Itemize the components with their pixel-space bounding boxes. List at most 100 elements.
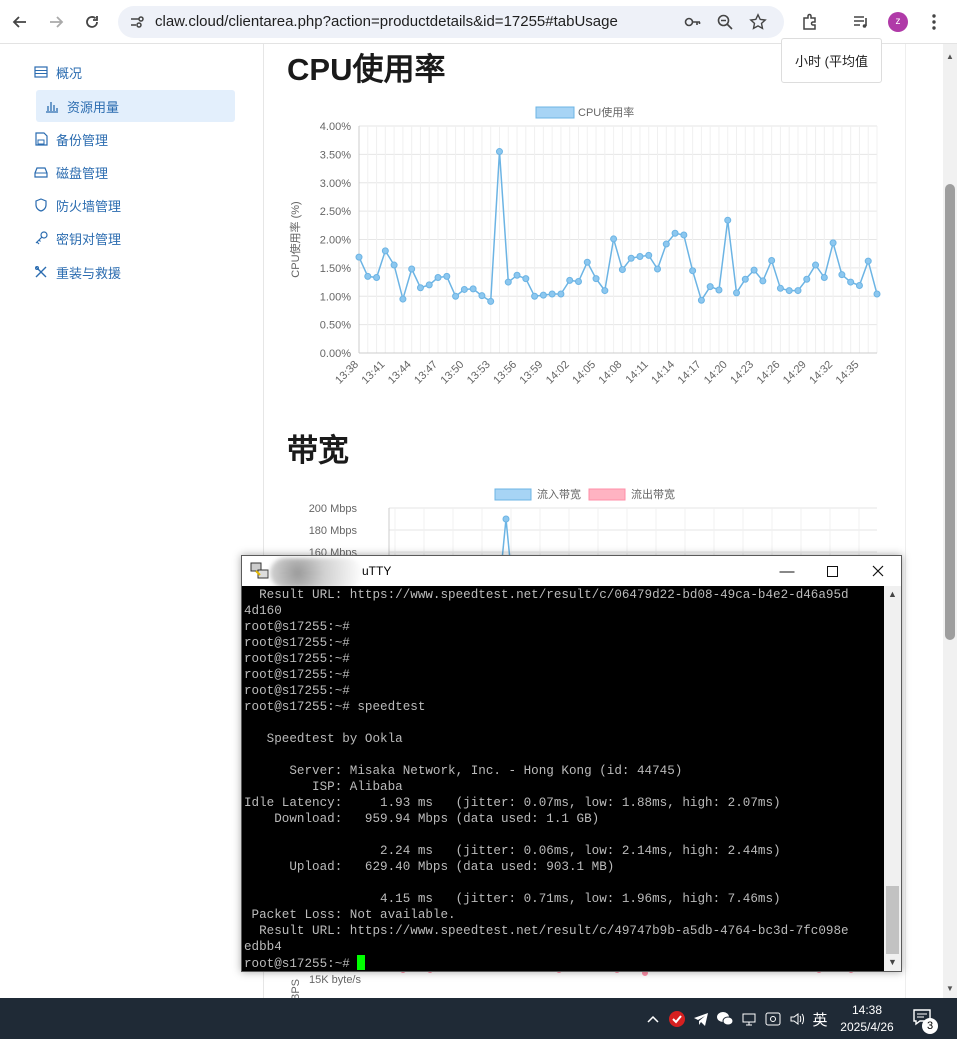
terminal-scrollbar-thumb[interactable] (886, 886, 899, 954)
cpu-data-point (548, 290, 556, 298)
putty-title: uTTY (362, 564, 392, 578)
page-scrollbar[interactable]: ▲ ▼ (943, 44, 957, 998)
sidebar-item-disk[interactable]: 磁盘管理 (34, 159, 108, 185)
playlist-icon (854, 16, 867, 28)
x-tick-label: 14:26 (755, 359, 783, 387)
back-button[interactable] (6, 8, 34, 36)
zoom-icon[interactable] (715, 12, 735, 32)
profile-avatar[interactable]: z (888, 12, 908, 32)
terminal-line: 4.15 ms (jitter: 0.71ms, low: 1.96ms, hi… (244, 892, 781, 906)
inflow-series-line (501, 518, 511, 561)
show-hidden-icons-chevron-icon[interactable] (644, 1010, 662, 1028)
putty-logo-icon (250, 562, 269, 579)
terminal-scroll-up-icon[interactable]: ▲ (888, 589, 897, 599)
cpu-data-point (838, 271, 846, 279)
extensions-button[interactable] (796, 8, 824, 36)
wechat-tray-icon[interactable] (716, 1010, 734, 1028)
cpu-data-point (399, 295, 407, 303)
x-tick-label: 13:53 (465, 359, 493, 387)
maximize-button[interactable] (809, 556, 855, 586)
sidebar-item-reinstall[interactable]: 重装与救援 (34, 259, 121, 285)
x-tick-label: 13:38 (333, 359, 361, 387)
cpu-data-point (364, 272, 372, 280)
cpu-data-point (557, 290, 565, 298)
scroll-down-arrow-icon[interactable]: ▼ (946, 984, 954, 993)
cpu-data-point (381, 247, 389, 255)
forward-button[interactable] (42, 8, 70, 36)
bookmark-star-icon[interactable] (748, 12, 768, 32)
puzzle-icon (803, 13, 816, 30)
ime-indicator[interactable]: 英 (810, 1010, 830, 1029)
sidebar-item-backup[interactable]: 备份管理 (34, 126, 108, 152)
page-right-gutter (905, 44, 943, 998)
sidebar-item-usage[interactable]: 资源用量 (36, 90, 235, 122)
y-tick-label: 0.00% (320, 348, 351, 360)
terminal-line: Server: Misaka Network, Inc. - Hong Kong… (244, 764, 683, 778)
reload-button[interactable] (78, 8, 106, 36)
y-tick-label: 3.00% (320, 178, 351, 190)
y-tick-label-bps: 15K byte/s (309, 974, 361, 986)
cpu-data-point (724, 216, 732, 224)
list-icon (34, 65, 48, 79)
antivirus-tray-icon[interactable] (668, 1010, 686, 1028)
terminal-line: Idle Latency: 1.93 ms (jitter: 0.07ms, l… (244, 796, 781, 810)
scroll-up-arrow-icon[interactable]: ▲ (946, 52, 954, 61)
period-select-button[interactable]: 小时 (平均值 (781, 38, 882, 83)
media-control-button[interactable] (847, 8, 875, 36)
legend-swatch-1 (588, 488, 626, 501)
close-icon (872, 565, 884, 577)
cpu-data-point (452, 292, 460, 300)
telegram-tray-icon[interactable] (692, 1010, 710, 1028)
windows-taskbar: 英 14:38 2025/4/26 (0, 998, 957, 1039)
cpu-data-point (416, 284, 424, 292)
x-tick-label: 13:59 (518, 359, 546, 387)
page-scrollbar-thumb[interactable] (945, 184, 955, 640)
x-tick-label: 14:17 (676, 359, 704, 387)
y-tick-label: 1.00% (320, 291, 351, 303)
cpu-data-point (829, 239, 837, 247)
cpu-data-point (855, 281, 863, 289)
vpn-tray-icon[interactable] (764, 1010, 782, 1028)
tools-icon (34, 265, 48, 279)
bandwidth-title: 带宽 (287, 433, 349, 468)
cpu-usage-title: CPU使用率 (287, 52, 446, 87)
cpu-data-point (689, 267, 697, 275)
sidebar-item-keypairs[interactable]: 密钥对管理 (34, 225, 121, 251)
terminal-line: root@s17255:~# (244, 652, 350, 666)
cpu-data-point (864, 257, 872, 265)
forward-arrow-icon (50, 16, 64, 28)
terminal-output[interactable]: Result URL: https://www.speedtest.net/re… (242, 586, 884, 971)
putty-window[interactable]: uTTY — Result URL: https://www.speedtest… (241, 555, 902, 972)
reload-icon (86, 16, 98, 28)
password-key-icon[interactable] (683, 12, 703, 32)
sidebar-item-overview[interactable]: 概况 (34, 59, 82, 85)
close-button[interactable] (855, 556, 901, 586)
y-axis-title: CPU使用率 (%) (288, 201, 302, 277)
terminal-scrollbar[interactable]: ▲ ▼ (884, 586, 901, 971)
taskbar-clock[interactable]: 14:38 2025/4/26 (832, 1002, 902, 1036)
x-tick-label: 14:20 (702, 359, 730, 387)
cpu-data-point (504, 278, 512, 286)
x-tick-label: 14:23 (728, 359, 756, 387)
menu-button[interactable] (920, 8, 948, 36)
sidebar-item-label: 防火墙管理 (56, 198, 122, 214)
cpu-data-point (601, 287, 609, 295)
address-bar[interactable]: claw.cloud/clientarea.php?action=product… (118, 6, 784, 38)
cpu-data-point (495, 148, 503, 156)
cpu-data-point (847, 278, 855, 286)
terminal-line: ISP: Alibaba (244, 780, 403, 794)
shield-icon (34, 198, 48, 212)
putty-titlebar[interactable]: uTTY — (242, 556, 901, 588)
cpu-data-point (618, 266, 626, 274)
cpu-data-point (750, 266, 758, 274)
site-info-icon[interactable] (127, 12, 147, 32)
volume-icon[interactable] (788, 1010, 806, 1028)
y-tick-label: 200 Mbps (309, 503, 358, 515)
sidebar-item-firewall[interactable]: 防火墙管理 (34, 192, 121, 218)
sidebar-item-label: 重装与救援 (56, 265, 122, 281)
cpu-data-point (487, 297, 495, 305)
terminal-scroll-down-icon[interactable]: ▼ (888, 957, 897, 967)
network-tray-icon[interactable] (740, 1010, 758, 1028)
x-tick-label: 13:41 (360, 359, 388, 387)
minimize-button[interactable]: — (764, 556, 810, 586)
